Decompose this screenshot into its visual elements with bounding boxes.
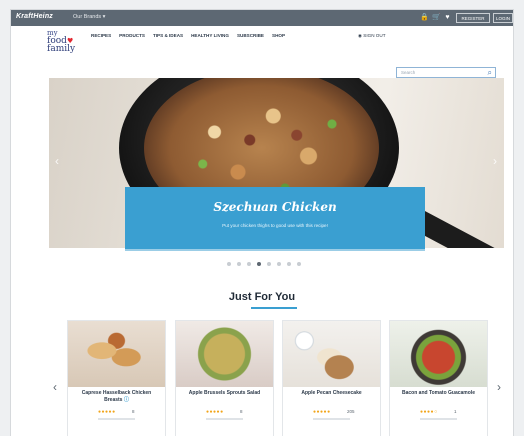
- our-brands-menu[interactable]: Our Brands ▾: [73, 14, 105, 20]
- recipe-card[interactable]: Caprese Hasselback Chicken Breasts ⓘ ●●●…: [68, 321, 165, 436]
- rating-stars: ●●●●○: [420, 409, 438, 415]
- lock-icon[interactable]: 🔒: [420, 13, 429, 22]
- carousel-dot[interactable]: [257, 262, 261, 266]
- recipe-name[interactable]: Caprese Hasselback Chicken Breasts ⓘ: [72, 390, 161, 404]
- recipe-image[interactable]: [68, 321, 165, 387]
- hero-title[interactable]: Szechuan Chicken: [125, 200, 425, 214]
- nav-healthy-living[interactable]: HEALTHY LIVING: [191, 33, 229, 43]
- login-button[interactable]: LOGIN: [493, 13, 513, 23]
- nav-links: RECIPES PRODUCTS TIPS & IDEAS HEALTHY LI…: [91, 33, 285, 43]
- rating-count: 8: [132, 409, 135, 414]
- carousel-dot[interactable]: [297, 262, 301, 266]
- nav-shop[interactable]: SHOP: [272, 33, 285, 43]
- monitor-frame: KraftHeinz Our Brands ▾ 🔒 🛒 ♥ REGISTER L…: [0, 0, 524, 436]
- carousel-dot[interactable]: [237, 262, 241, 266]
- cards-next-arrow[interactable]: ›: [497, 380, 501, 394]
- recipe-cards: Caprese Hasselback Chicken Breasts ⓘ ●●●…: [68, 321, 492, 436]
- hero-subtitle: Put your chicken thighs to good use with…: [222, 223, 328, 228]
- search-icon[interactable]: ⌕: [488, 68, 492, 78]
- recipe-name[interactable]: Apple Pecan Cheesecake: [287, 390, 376, 397]
- nav-subscribe[interactable]: SUBSCRIBE: [237, 33, 264, 43]
- recipe-image[interactable]: [176, 321, 273, 387]
- search-input[interactable]: Search ⌕: [396, 67, 496, 78]
- recipe-card[interactable]: Bacon and Tomato Guacamole ●●●●○ 1: [390, 321, 487, 436]
- recipe-image[interactable]: [390, 321, 487, 387]
- caption-divider: [125, 249, 425, 251]
- rating-stars: ●●●●●: [313, 409, 331, 415]
- hero-prev-arrow[interactable]: ‹: [55, 154, 59, 168]
- rating-count: 1: [454, 409, 457, 414]
- carousel-dot[interactable]: [247, 262, 251, 266]
- section-underline: [251, 307, 297, 309]
- hero-caption[interactable]: Szechuan Chicken Put your chicken thighs…: [125, 187, 425, 249]
- kraftheinz-logo[interactable]: KraftHeinz: [16, 13, 53, 20]
- register-button[interactable]: REGISTER: [456, 13, 490, 23]
- recipe-name[interactable]: Bacon and Tomato Guacamole: [394, 390, 483, 397]
- card-meta-line: [313, 418, 350, 420]
- carousel-dot[interactable]: [267, 262, 271, 266]
- rating-count: 8: [240, 409, 243, 414]
- search-placeholder: Search: [401, 70, 416, 75]
- nav-recipes[interactable]: RECIPES: [91, 33, 111, 43]
- recipe-image[interactable]: [283, 321, 380, 387]
- card-meta-line: [98, 418, 135, 420]
- rating-stars: ●●●●●: [98, 409, 116, 415]
- recipe-card[interactable]: Apple Brussels Sprouts Salad ●●●●● 8: [176, 321, 273, 436]
- carousel-dot[interactable]: [277, 262, 281, 266]
- sign-out-link[interactable]: ◉ SIGN OUT: [358, 33, 386, 39]
- logo-line-3: family: [47, 44, 76, 54]
- carousel-dot[interactable]: [227, 262, 231, 266]
- recipe-name[interactable]: Apple Brussels Sprouts Salad: [180, 390, 269, 397]
- hero-next-arrow[interactable]: ›: [493, 154, 497, 168]
- cards-prev-arrow[interactable]: ‹: [53, 380, 57, 394]
- carousel-dots: [227, 262, 301, 266]
- rating-stars: ●●●●●: [206, 409, 224, 415]
- card-meta-line: [206, 418, 243, 420]
- section-title: Just For You: [228, 291, 296, 303]
- carousel-dot[interactable]: [287, 262, 291, 266]
- my-food-family-logo[interactable]: my food♥ family: [47, 29, 91, 54]
- nav-products[interactable]: PRODUCTS: [119, 33, 145, 43]
- browser-screen: KraftHeinz Our Brands ▾ 🔒 🛒 ♥ REGISTER L…: [11, 10, 513, 436]
- utility-bar: KraftHeinz Our Brands ▾ 🔒 🛒 ♥ REGISTER L…: [11, 10, 513, 26]
- heart-icon[interactable]: ♥: [443, 13, 452, 22]
- sign-out-label: SIGN OUT: [363, 33, 386, 38]
- recipe-card[interactable]: Apple Pecan Cheesecake ●●●●● 205: [283, 321, 380, 436]
- info-icon: ⓘ: [123, 397, 129, 403]
- nav-tips-ideas[interactable]: TIPS & IDEAS: [153, 33, 183, 43]
- rating-count: 205: [347, 409, 355, 414]
- recipe-name-text: Caprese Hasselback Chicken Breasts: [81, 390, 152, 403]
- card-meta-line: [420, 418, 457, 420]
- cart-icon[interactable]: 🛒: [432, 13, 441, 22]
